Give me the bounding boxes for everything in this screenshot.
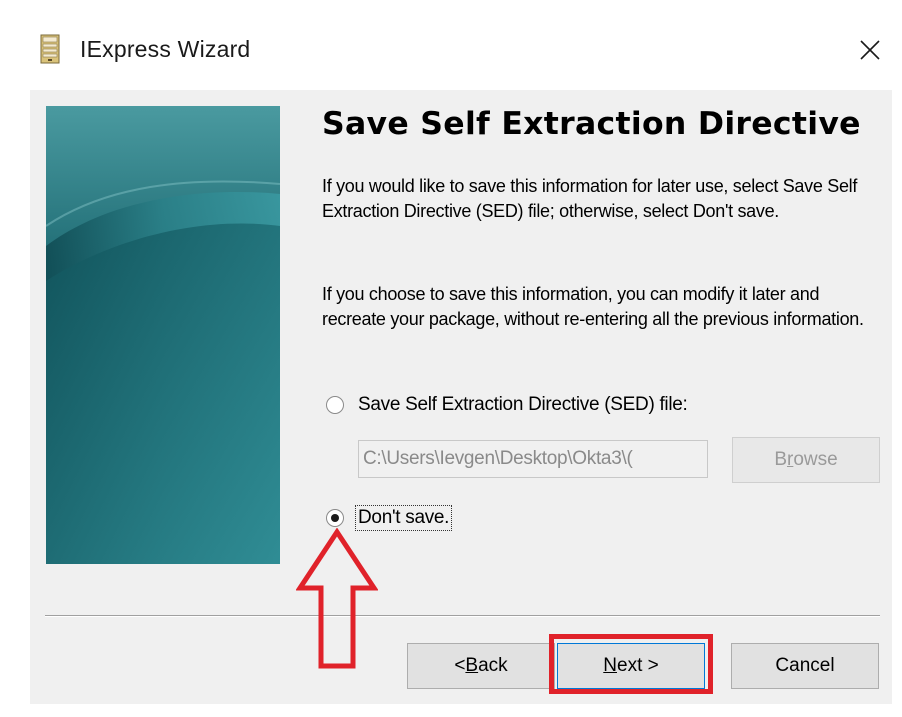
back-label-pre: < <box>454 655 466 676</box>
close-icon <box>860 40 880 60</box>
back-button[interactable]: < Back <box>407 643 555 689</box>
next-access-key: N <box>603 655 617 676</box>
next-label-post: ext > <box>617 655 659 676</box>
banner-graphic <box>46 106 280 564</box>
title-bar[interactable]: IExpress Wizard <box>0 0 902 98</box>
save-sed-option[interactable]: Save Self Extraction Directive (SED) fil… <box>326 394 688 416</box>
dont-save-radio[interactable] <box>326 509 344 527</box>
dont-save-option[interactable]: Don't save. <box>326 505 453 531</box>
close-button[interactable] <box>850 30 890 70</box>
iexpress-app-icon <box>40 34 60 64</box>
cancel-button[interactable]: Cancel <box>731 643 879 689</box>
iexpress-wizard-window: IExpress Wizard Save Self Extraction Dir… <box>0 0 902 717</box>
wizard-side-banner <box>46 106 280 564</box>
next-button[interactable]: Next > <box>557 643 705 689</box>
browse-label-pre: B <box>774 449 787 470</box>
back-access-key: B <box>465 655 479 676</box>
window-title: IExpress Wizard <box>80 36 251 62</box>
save-sed-label: Save Self Extraction Directive (SED) fil… <box>358 394 688 415</box>
browse-label-post: owse <box>793 449 838 470</box>
cancel-label: Cancel <box>775 655 835 676</box>
instructions-paragraph-1: If you would like to save this informati… <box>322 176 858 221</box>
save-sed-radio[interactable] <box>326 396 344 414</box>
page-heading: Save Self Extraction Directive <box>322 106 861 142</box>
browse-button[interactable]: Br owse <box>732 437 880 483</box>
sed-path-value: C:\Users\Ievgen\Desktop\Okta3\( <box>363 448 633 469</box>
footer-separator <box>45 615 880 617</box>
radio-selected-dot <box>331 514 339 522</box>
sed-path-input[interactable]: C:\Users\Ievgen\Desktop\Okta3\( <box>358 440 708 478</box>
dont-save-label: Don't save. <box>355 505 453 531</box>
instructions-paragraph-2: If you choose to save this information, … <box>322 284 864 329</box>
back-label-post: ack <box>478 655 508 676</box>
